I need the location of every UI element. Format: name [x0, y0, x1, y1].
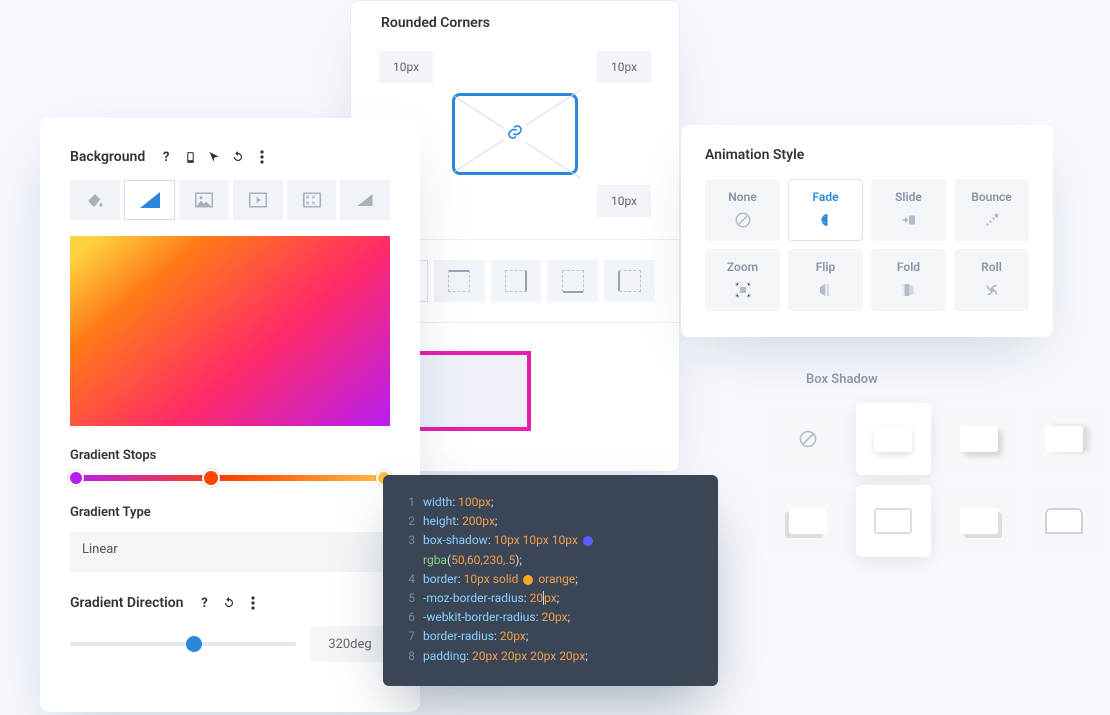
fold-icon: [899, 280, 919, 300]
animation-none[interactable]: None: [705, 179, 780, 241]
none-icon: [798, 429, 818, 449]
none-icon: [733, 210, 753, 230]
bg-pattern-tab[interactable]: [287, 180, 337, 220]
bg-video-tab[interactable]: [233, 180, 283, 220]
roll-icon: [982, 280, 1002, 300]
bg-gradient-tab[interactable]: [124, 180, 176, 220]
border-top-tab[interactable]: [434, 260, 485, 302]
corner-tl-input[interactable]: 10px: [379, 51, 433, 83]
gradient-stop-1[interactable]: [68, 470, 84, 486]
shadow-preset-1[interactable]: [856, 403, 932, 475]
more-icon[interactable]: [244, 594, 262, 612]
background-panel: Background ? Gradient Stops Gradient Typ…: [40, 118, 420, 712]
shadow-preset-6[interactable]: [941, 485, 1017, 557]
animation-title: Animation Style: [705, 147, 1029, 163]
code-snippet: 1width: 100px; 2height: 200px; 3box-shad…: [383, 475, 718, 686]
help-icon[interactable]: ?: [196, 594, 214, 612]
direction-handle[interactable]: [186, 636, 202, 652]
border-bottom-tab[interactable]: [547, 260, 598, 302]
background-title: Background: [70, 149, 145, 165]
animation-roll[interactable]: Roll: [954, 249, 1029, 311]
rounded-corners-title: Rounded Corners: [351, 1, 679, 41]
bg-image-tab[interactable]: [179, 180, 229, 220]
animation-slide[interactable]: Slide: [871, 179, 946, 241]
animation-bounce[interactable]: Bounce: [954, 179, 1029, 241]
responsive-icon[interactable]: [181, 148, 199, 166]
bg-mask-tab[interactable]: [340, 180, 390, 220]
more-icon[interactable]: [253, 148, 271, 166]
gradient-type-select[interactable]: Linear: [70, 532, 390, 572]
animation-panel: Animation Style None Fade Slide Bounce Z…: [681, 125, 1053, 337]
bg-color-tab[interactable]: [70, 180, 120, 220]
shadow-preset-4[interactable]: [770, 485, 846, 557]
animation-fade[interactable]: Fade: [788, 179, 863, 241]
shadow-preset-7[interactable]: [1027, 485, 1103, 557]
animation-flip[interactable]: Flip: [788, 249, 863, 311]
shadow-preset-5[interactable]: [856, 485, 932, 557]
border-right-tab[interactable]: [491, 260, 542, 302]
animation-zoom[interactable]: Zoom: [705, 249, 780, 311]
zoom-icon: [733, 280, 753, 300]
gradient-stops-track[interactable]: [70, 475, 390, 481]
background-type-tabs: [70, 180, 390, 220]
reset-icon[interactable]: [229, 148, 247, 166]
gradient-stops-label: Gradient Stops: [70, 448, 390, 463]
gradient-stop-2[interactable]: [202, 469, 220, 487]
gradient-direction-label: Gradient Direction: [70, 595, 184, 611]
gradient-type-label: Gradient Type: [70, 505, 390, 520]
gradient-preview: [70, 236, 390, 426]
box-shadow-title: Box Shadow: [806, 372, 1102, 387]
animation-fold[interactable]: Fold: [871, 249, 946, 311]
shadow-none[interactable]: [770, 403, 846, 475]
slide-icon: [899, 210, 919, 230]
box-shadow-panel: Box Shadow: [770, 372, 1102, 557]
link-corners-icon[interactable]: [504, 121, 526, 147]
hover-icon[interactable]: [205, 148, 223, 166]
shadow-preset-3[interactable]: [1027, 403, 1103, 475]
shadow-preset-2[interactable]: [941, 403, 1017, 475]
fade-icon: [816, 210, 836, 230]
corner-tr-input[interactable]: 10px: [597, 51, 651, 83]
help-icon[interactable]: ?: [157, 148, 175, 166]
corner-br-input[interactable]: 10px: [597, 185, 651, 217]
flip-icon: [816, 280, 836, 300]
border-left-tab[interactable]: [604, 260, 655, 302]
corner-preview: [452, 93, 578, 175]
direction-value[interactable]: 320deg: [310, 626, 390, 662]
bounce-icon: [982, 210, 1002, 230]
direction-slider[interactable]: [70, 642, 296, 646]
reset-icon[interactable]: [220, 594, 238, 612]
